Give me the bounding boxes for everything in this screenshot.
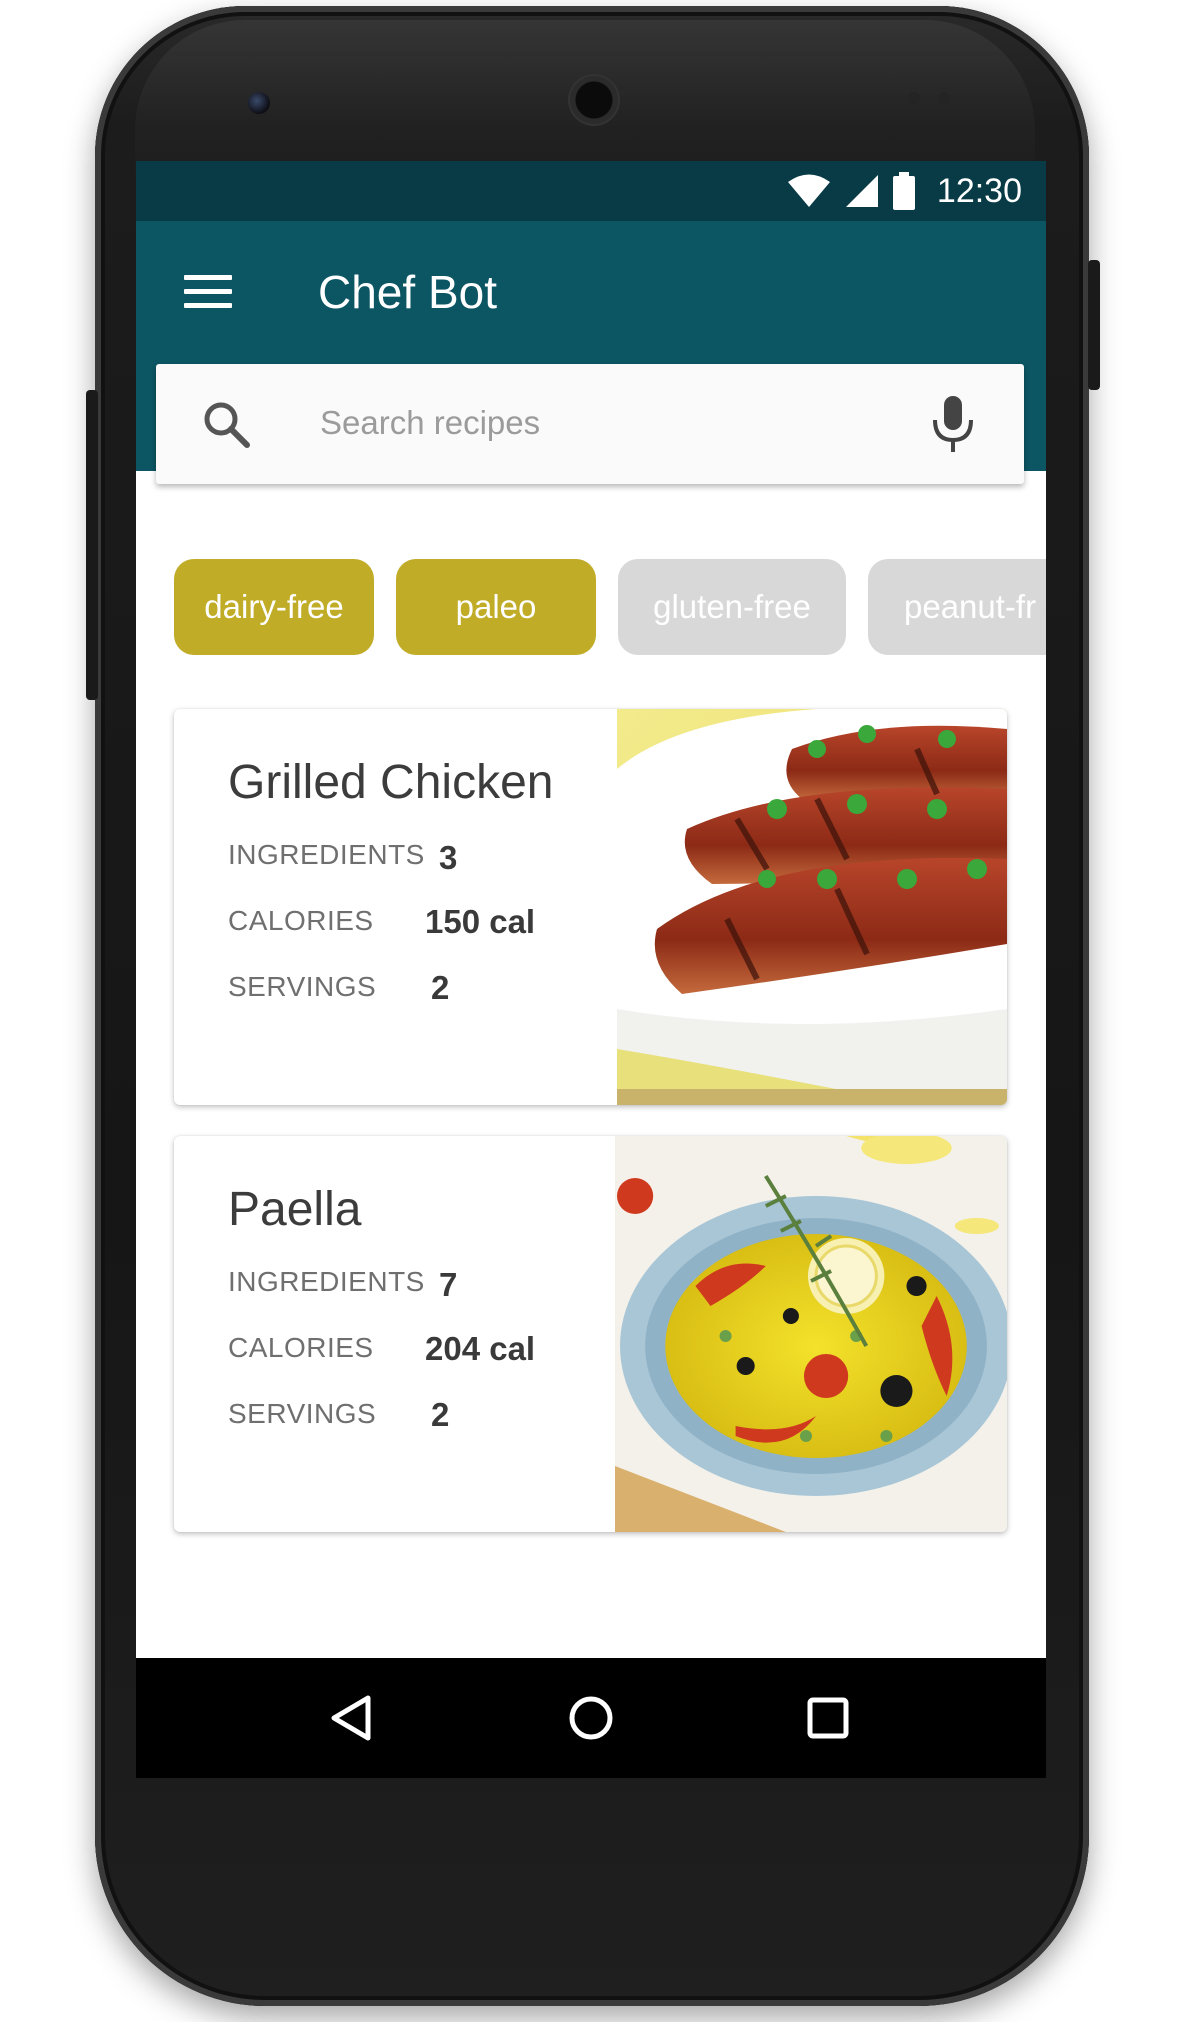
light-sensor xyxy=(938,92,950,104)
filter-chips: dairy-free paleo gluten-free peanut-fr xyxy=(174,559,1046,655)
chip-label: peanut-fr xyxy=(904,588,1037,625)
battery-icon xyxy=(892,172,915,210)
chip-peanut-free[interactable]: peanut-fr xyxy=(868,559,1046,655)
chip-dairy-free[interactable]: dairy-free xyxy=(174,559,374,655)
ingredients-value: 3 xyxy=(439,839,458,876)
volume-button xyxy=(86,390,98,700)
ingredients-label: INGREDIENTS xyxy=(228,839,425,870)
servings-value: 2 xyxy=(431,969,450,1006)
power-button xyxy=(1088,260,1100,390)
home-icon[interactable] xyxy=(561,1688,621,1748)
search-input[interactable] xyxy=(318,392,882,454)
status-icons: 12:30 xyxy=(787,171,1022,211)
app-title: Chef Bot xyxy=(318,266,497,318)
chip-paleo[interactable]: paleo xyxy=(396,559,596,655)
status-bar: 12:30 xyxy=(136,161,1046,221)
recipe-card-grilled-chicken[interactable]: Grilled Chicken INGREDIENTS 3 CALORIES 1… xyxy=(174,709,1007,1105)
servings-label: SERVINGS xyxy=(228,971,377,1002)
calories-label: CALORIES xyxy=(228,905,374,936)
wifi-icon xyxy=(787,174,830,207)
search-icon[interactable] xyxy=(202,400,252,450)
ingredients-value: 7 xyxy=(439,1266,458,1303)
chip-label: dairy-free xyxy=(204,588,344,625)
recipe-title: Grilled Chicken xyxy=(228,756,554,809)
proximity-sensor xyxy=(908,92,920,104)
cellular-signal-icon xyxy=(845,175,878,207)
earpiece-speaker xyxy=(568,74,620,126)
grilled-chicken-photo xyxy=(617,709,1007,1105)
chip-label: paleo xyxy=(455,588,537,625)
navigation-bar xyxy=(136,1658,1046,1778)
front-camera xyxy=(248,92,270,114)
calories-value: 204 cal xyxy=(425,1330,536,1367)
servings-label: SERVINGS xyxy=(228,1398,377,1429)
back-icon[interactable] xyxy=(322,1688,382,1748)
mic-icon[interactable] xyxy=(931,394,975,454)
recents-icon[interactable] xyxy=(798,1688,858,1748)
calories-label: CALORIES xyxy=(228,1332,374,1363)
recipe-title: Paella xyxy=(228,1183,362,1236)
menu-icon[interactable] xyxy=(184,275,232,315)
paella-photo xyxy=(615,1136,1007,1532)
status-time: 12:30 xyxy=(936,171,1022,210)
recipe-card-paella[interactable]: Paella INGREDIENTS 7 CALORIES 204 cal SE… xyxy=(174,1136,1007,1532)
search-bar[interactable] xyxy=(156,364,1024,484)
screen: 12:30 Chef Bot dairy-free paleo gluten-f… xyxy=(136,161,1046,1778)
chip-gluten-free[interactable]: gluten-free xyxy=(618,559,846,655)
calories-value: 150 cal xyxy=(425,903,536,940)
chip-label: gluten-free xyxy=(653,588,811,625)
servings-value: 2 xyxy=(431,1396,450,1433)
ingredients-label: INGREDIENTS xyxy=(228,1266,425,1297)
